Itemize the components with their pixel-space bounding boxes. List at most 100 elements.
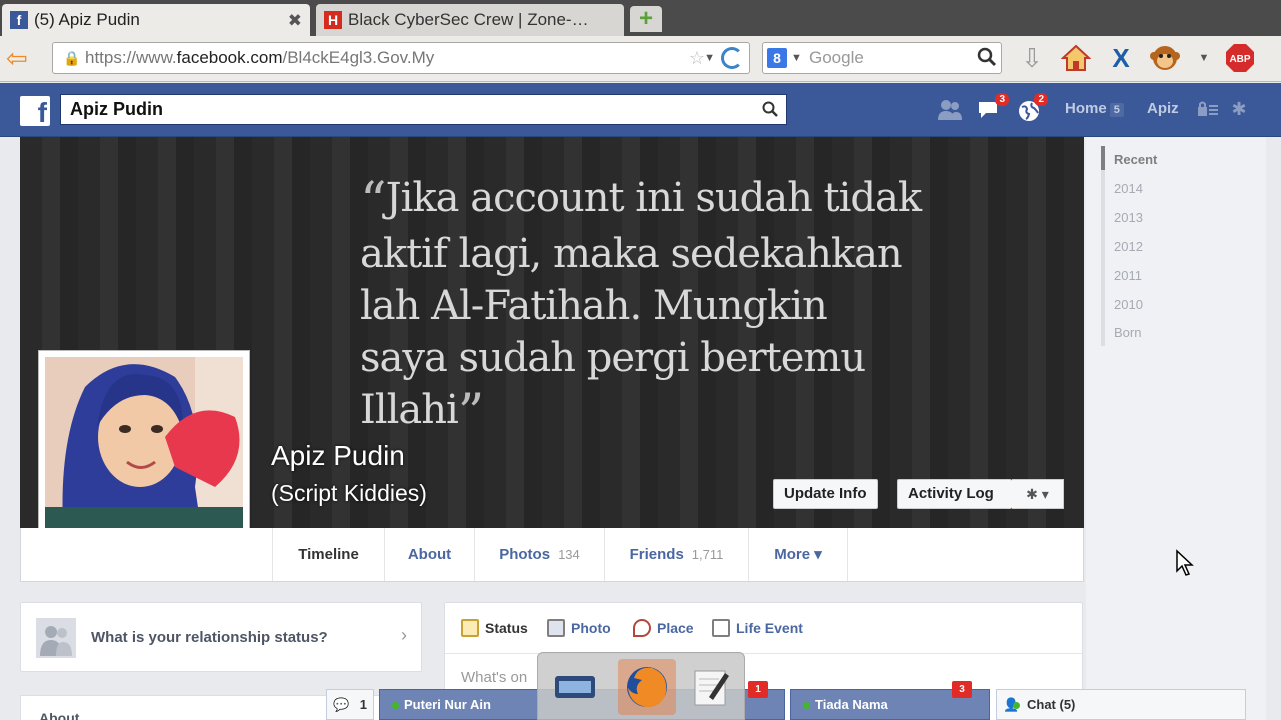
adblock-icon[interactable]: ABP [1224,42,1256,74]
close-tab-icon[interactable]: ✖ [288,11,302,31]
facebook-search-input[interactable]: Apiz Pudin [60,94,787,125]
rail-item-2013[interactable]: 2013 [1114,210,1143,225]
notifications-badge: 2 [1034,93,1048,106]
url-domain: facebook.com [176,48,283,67]
rail-active-marker [1101,146,1105,170]
chat-unread-badge: 3 [952,681,972,698]
settings-gear-icon[interactable]: ✱ [1226,99,1252,123]
home-link[interactable]: Home 5 [1065,100,1124,117]
browser-search-bar[interactable]: 8 ▼ Google [762,42,1002,74]
adblock-label: ABP [1229,54,1250,65]
home-icon[interactable] [1060,42,1092,74]
composer-tab-life-event[interactable]: Life Event [712,619,803,637]
messages-icon[interactable]: 3 [977,93,1009,123]
engine-dropdown-icon[interactable]: ▼ [791,43,802,73]
profile-name[interactable]: Apiz Pudin [271,440,405,472]
browser-tab-blackcybersec[interactable]: H Black CyberSec Crew | Zone-… [316,4,624,36]
chevron-right-icon: › [401,625,407,645]
rail-item-2012[interactable]: 2012 [1114,239,1143,254]
chat-sidebar-button[interactable]: 👤 Chat (5) [996,689,1246,720]
facebook-logo-icon[interactable]: f [20,96,50,128]
composer-tab-status[interactable]: Status [461,619,528,637]
back-arrow-icon[interactable]: ⇦ [6,45,40,72]
relationship-prompt: What is your relationship status? [91,629,328,646]
tab-label: Photos [499,546,551,563]
monkey-icon[interactable] [1148,42,1182,74]
facebook-top-bar: f Apiz Pudin 3 2 Home 5 Apiz ✱ [0,83,1281,137]
tab-timeline[interactable]: Timeline [272,528,384,581]
new-tab-button[interactable]: + [630,6,662,32]
rail-item-2014[interactable]: 2014 [1114,181,1143,196]
user-profile-link[interactable]: Apiz [1147,100,1179,117]
rail-item-2011[interactable]: 2011 [1114,268,1142,283]
profile-alternate-name: (Script Kiddies) [271,480,427,506]
tab-friends[interactable]: Friends 1,711 [604,528,748,581]
relationship-status-card[interactable]: What is your relationship status? › [20,602,422,672]
rail-item-recent[interactable]: Recent [1114,152,1157,167]
search-icon[interactable] [977,47,997,67]
tab-about[interactable]: About [384,528,474,581]
cover-quote: “Jika account ini sudah tidak aktif lagi… [360,172,980,440]
chat-main-label: Chat (5) [1027,697,1076,712]
tab-label: About [407,546,452,563]
url-bar[interactable]: 🔒 https://www.facebook.com/Bl4ckE4gl3.Go… [52,42,750,74]
composer-tab-photo[interactable]: Photo [547,619,611,637]
google-engine-icon[interactable]: 8 [767,48,787,68]
dock-text-editor-icon[interactable] [682,659,740,715]
browser-tab-bar: f (5) Apiz Pudin ✖ H Black CyberSec Crew… [0,0,1281,36]
privacy-shortcuts-icon[interactable] [1195,100,1221,124]
chat-messages-button[interactable]: 💬 1 [326,689,374,720]
notifications-globe-icon[interactable]: 2 [1016,93,1048,123]
dock-firefox-icon[interactable] [618,659,676,715]
photo-icon [547,619,565,637]
tab-label: Timeline [298,546,359,563]
composer-input[interactable]: What's on [461,669,527,686]
tab-photos[interactable]: Photos 134 [474,528,604,581]
tab-title: Black CyberSec Crew | Zone-… [348,10,589,29]
profile-settings-gear-icon[interactable]: ✱ ▾ [1012,479,1064,509]
download-icon[interactable]: ⇩ [1018,42,1046,74]
browser-tab-facebook[interactable]: f (5) Apiz Pudin ✖ [2,4,310,36]
quote-open-mark: “ [360,172,387,232]
addon-dropdown-icon[interactable]: ▼ [1196,42,1212,74]
about-heading: About [39,710,80,720]
search-icon[interactable] [762,101,778,117]
online-dot-icon [392,702,399,709]
timeline-year-rail [1086,137,1266,720]
couple-avatar-icon [36,618,76,658]
mouse-cursor-icon [1176,549,1194,576]
quote-line: lah Al-Fatihah. Mungkin [360,283,828,329]
home-count-badge: 5 [1109,103,1124,117]
reload-icon[interactable] [721,47,743,69]
quote-line: aktif lagi, maka sedekahkan [360,231,903,277]
url-dropdown-icon[interactable]: ▼ [704,43,715,73]
profile-photo-image [45,357,243,555]
composer-tab-label: Status [485,620,528,636]
x-icon[interactable]: X [1106,42,1136,74]
h-favicon-icon: H [324,11,342,29]
composer-tab-label: Life Event [736,620,803,636]
chat-count-label: 1 [359,697,367,712]
composer-tab-label: Place [657,620,694,636]
tab-more[interactable]: More ▾ [748,528,848,581]
rail-item-2010[interactable]: 2010 [1114,297,1143,312]
chat-unread-badge: 1 [748,681,768,698]
friend-requests-icon[interactable] [937,99,963,123]
life-event-icon [712,619,730,637]
rail-line [1101,146,1105,346]
quote-line: Jika account ini sudah tidak [385,175,923,221]
activity-log-button[interactable]: Activity Log [897,479,1012,509]
quote-line: saya sudah pergi bertemu [360,335,866,381]
rail-item-born[interactable]: Born [1114,325,1141,340]
quote-line: Illahi [360,387,459,433]
bookmark-star-icon[interactable]: ☆ [689,43,705,73]
chat-bubble-icon: 💬 [333,697,350,712]
tab-title: (5) Apiz Pudin [34,10,140,29]
quote-close-mark: ” [457,384,485,444]
chat-tab-name: Tiada Nama [815,697,888,712]
os-dock [537,652,745,720]
composer-tab-place[interactable]: Place [633,619,694,637]
chat-tab-name: Puteri Nur Ain [404,697,491,712]
update-info-button[interactable]: Update Info [773,479,878,509]
dock-terminal-icon[interactable] [546,659,604,715]
